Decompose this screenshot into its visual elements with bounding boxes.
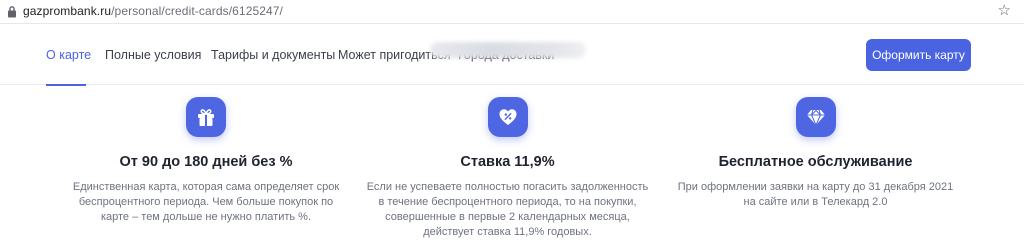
description-line: на сайте или в Телекард 2.0: [743, 196, 888, 208]
description-line: Единственная карта, которая сама определ…: [72, 181, 340, 193]
feature-description: При оформлении заявки на карту до 31 дек…: [673, 180, 958, 210]
feature-description: Если не успеваете полностью погасить зад…: [350, 180, 665, 240]
feature-title: Бесплатное обслуживание: [718, 154, 913, 170]
active-tab-indicator: [46, 84, 86, 86]
description-line: карте – тем дольше не нужно платить %.: [100, 211, 312, 223]
url-field[interactable]: gazprombank.ru/personal/credit-cards/612…: [23, 4, 283, 18]
browser-address-bar: gazprombank.ru/personal/credit-cards/612…: [0, 0, 1024, 24]
url-domain: gazprombank.ru: [23, 4, 112, 18]
url-path: /personal/credit-cards/6125247/: [111, 4, 283, 18]
description-line: Если не успеваете полностью погасить зад…: [366, 181, 649, 193]
feature-description: Единственная карта, которая сама определ…: [45, 180, 367, 225]
gift-icon: [186, 97, 226, 137]
description-line: беспроцентного периода. Чем больше покуп…: [78, 196, 334, 208]
heart-percent-icon: [487, 97, 528, 137]
description-line: совершенные в первые 2 календарных месяц…: [385, 211, 630, 223]
apply-card-button[interactable]: Оформить карту: [866, 39, 971, 71]
tab-full-conditions[interactable]: Полные условия: [105, 48, 201, 62]
bookmark-star-icon[interactable]: ☆: [998, 2, 1011, 20]
description-line: в течение беспроцентного периода, то на …: [378, 196, 637, 208]
tab-tariffs-documents[interactable]: Тарифы и документы: [211, 48, 335, 62]
lock-icon: [8, 6, 16, 18]
feature-title: Ставка 11,9%: [460, 154, 555, 170]
feature-interest-free: От 90 до 180 дней без % Единственная кар…: [45, 97, 367, 225]
description-line: При оформлении заявки на карту до 31 дек…: [677, 181, 954, 193]
diamond-icon: [795, 97, 836, 137]
description-line: действует ставка 11,9% годовых.: [423, 226, 592, 238]
blurred-logo: [430, 42, 586, 58]
feature-free-service: Бесплатное обслуживание При оформлении з…: [673, 97, 958, 210]
feature-rate: Ставка 11,9% Если не успеваете полностью…: [350, 97, 665, 240]
tab-about-card[interactable]: О карте: [46, 48, 91, 62]
feature-title: От 90 до 180 дней без %: [119, 154, 293, 170]
site-nav: О карте Полные условия Тарифы и документ…: [0, 25, 1024, 86]
